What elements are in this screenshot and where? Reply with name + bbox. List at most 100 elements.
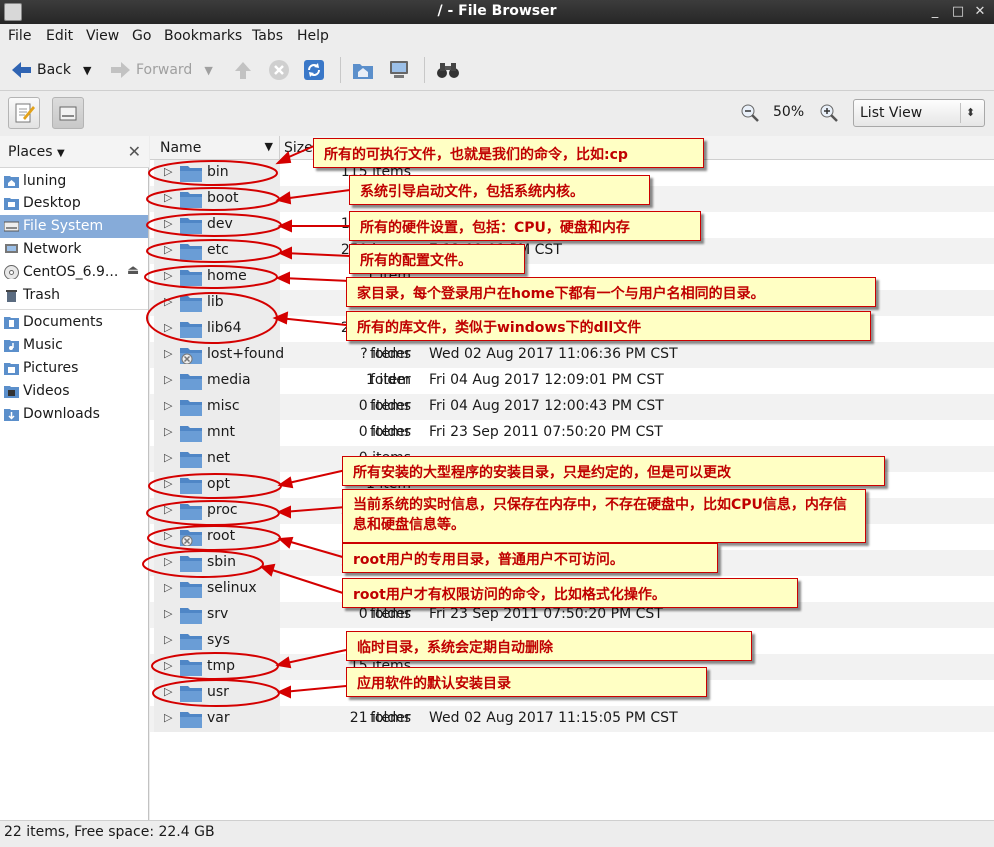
folder-icon <box>180 166 202 182</box>
pencil-edit-icon <box>15 103 35 123</box>
file-name: net <box>207 450 230 466</box>
file-name: root <box>207 528 236 544</box>
binoculars-icon <box>437 63 459 78</box>
expander-icon[interactable]: ▷ <box>164 321 172 334</box>
expander-icon[interactable]: ▷ <box>164 347 172 360</box>
sidebar-item-network[interactable]: Network <box>0 238 148 261</box>
column-header-size[interactable]: Size <box>284 140 313 156</box>
menu-file[interactable]: File <box>8 28 31 44</box>
close-icon[interactable]: ✕ <box>971 3 989 21</box>
expander-icon[interactable]: ▷ <box>164 685 172 698</box>
back-button[interactable]: Back ▼ <box>10 57 91 83</box>
folder-icon <box>180 608 202 624</box>
sidebar-item-pictures[interactable]: Pictures <box>0 357 148 380</box>
expander-icon[interactable]: ▷ <box>164 295 172 308</box>
expander-icon[interactable]: ▷ <box>164 477 172 490</box>
expander-icon[interactable]: ▷ <box>164 711 172 724</box>
name-cell: ▷ misc <box>154 394 280 420</box>
computer-button[interactable] <box>388 57 410 83</box>
forward-history-dropdown-icon[interactable]: ▼ <box>204 64 212 77</box>
places-dropdown[interactable]: Places ▼ <box>8 144 65 160</box>
folder-icon <box>180 634 202 650</box>
expander-icon[interactable]: ▷ <box>164 399 172 412</box>
sidebar-item-desktop[interactable]: Desktop <box>0 192 148 215</box>
view-mode-value: List View <box>860 105 923 121</box>
drive-icon <box>4 221 19 232</box>
text-location-button[interactable] <box>8 97 40 129</box>
sidebar-item-downloads[interactable]: Downloads <box>0 403 148 426</box>
file-name: srv <box>207 606 229 622</box>
annotation-lib: 所有的库文件，类似于windows下的dll文件 <box>346 311 871 341</box>
expander-icon[interactable]: ▷ <box>164 425 172 438</box>
expander-icon[interactable]: ▷ <box>164 269 172 282</box>
file-type: folder <box>370 606 411 622</box>
table-row[interactable]: ▷etc250 items7 12:09:01 PM CST <box>150 238 994 264</box>
table-row[interactable]: ▷ media 1 item folder Fri 04 Aug 2017 12:09:… <box>150 368 994 394</box>
expander-icon[interactable]: ▷ <box>164 243 172 256</box>
expander-icon[interactable]: ▷ <box>164 659 172 672</box>
file-name: home <box>207 268 247 284</box>
menu-bookmarks[interactable]: Bookmarks <box>164 28 242 44</box>
folder-icon <box>180 660 202 676</box>
close-sidebar-icon[interactable]: ✕ <box>128 142 141 161</box>
folder-icon <box>180 400 202 416</box>
column-header-name[interactable]: Name ▼ <box>154 136 280 160</box>
table-row[interactable]: ▷ var 21 items folder Wed 02 Aug 2017 11:15:… <box>150 706 994 732</box>
expander-icon[interactable]: ▷ <box>164 191 172 204</box>
forward-button[interactable]: Forward ▼ <box>110 57 213 83</box>
expander-icon[interactable]: ▷ <box>164 555 172 568</box>
sidebar-item-luning[interactable]: luning <box>0 170 148 193</box>
expander-icon[interactable]: ▷ <box>164 451 172 464</box>
table-row[interactable]: ▷ misc 0 items folder Fri 04 Aug 2017 12:00:… <box>150 394 994 420</box>
name-cell: ▷ tmp <box>154 654 280 680</box>
sidebar-item-music[interactable]: Music <box>0 334 148 357</box>
zoom-in-icon[interactable] <box>820 104 838 122</box>
documents-folder-icon <box>4 317 19 329</box>
menu-edit[interactable]: Edit <box>46 28 73 44</box>
expander-icon[interactable]: ▷ <box>164 217 172 230</box>
expander-icon[interactable]: ▷ <box>164 373 172 386</box>
name-cell: ▷ bin <box>154 160 280 186</box>
sidebar-item-trash[interactable]: Trash <box>0 284 148 307</box>
table-row[interactable]: ▷ lost+found? items folder Wed 02 Aug 2017 … <box>150 342 994 368</box>
up-button[interactable] <box>233 57 253 83</box>
back-history-dropdown-icon[interactable]: ▼ <box>83 64 91 77</box>
name-cell: ▷ dev <box>154 212 280 238</box>
view-mode-select[interactable]: List View ⬍ <box>853 99 985 127</box>
modified-date: Wed 02 Aug 2017 11:06:36 PM CST <box>429 346 678 362</box>
annotation-bin: 所有的可执行文件，也就是我们的命令，比如:cp <box>313 138 704 168</box>
menu-view[interactable]: View <box>86 28 119 44</box>
stop-button[interactable] <box>268 57 290 83</box>
sidebar-item-file-system[interactable]: File System <box>0 215 148 238</box>
expander-icon[interactable]: ▷ <box>164 165 172 178</box>
reload-button[interactable] <box>303 57 325 83</box>
expander-icon[interactable]: ▷ <box>164 581 172 594</box>
minimize-icon[interactable]: _ <box>926 3 944 21</box>
eject-icon[interactable]: ⏏ <box>127 263 139 278</box>
expander-icon[interactable]: ▷ <box>164 503 172 516</box>
zoom-level: 50% <box>773 104 805 120</box>
sidebar-item-videos[interactable]: Videos <box>0 380 148 403</box>
table-row[interactable]: ▷ mnt 0 items folder Fri 23 Sep 2011 07:50:2… <box>150 420 994 446</box>
home-button[interactable] <box>352 57 374 83</box>
sidebar-item-centos[interactable]: CentOS_6.9... ⏏ <box>0 261 148 284</box>
expander-icon[interactable]: ▷ <box>164 529 172 542</box>
name-cell: ▷ lib <box>154 290 280 316</box>
back-arrow-icon <box>12 62 31 78</box>
maximize-icon[interactable]: □ <box>949 3 967 21</box>
zoom-out-icon[interactable] <box>741 104 759 122</box>
location-bar: 50% List View ⬍ <box>0 91 994 136</box>
expander-icon[interactable]: ▷ <box>164 633 172 646</box>
menu-tabs[interactable]: Tabs <box>252 28 283 44</box>
search-button[interactable] <box>436 57 460 83</box>
sidebar-item-documents[interactable]: Documents <box>0 311 148 334</box>
downloads-folder-icon <box>4 409 19 421</box>
pathbar-button[interactable] <box>52 97 84 129</box>
folder-icon <box>180 452 202 468</box>
file-name: dev <box>207 216 233 232</box>
menu-help[interactable]: Help <box>297 28 329 44</box>
videos-folder-icon <box>4 386 19 398</box>
menu-go[interactable]: Go <box>132 28 151 44</box>
file-name: bin <box>207 164 229 180</box>
expander-icon[interactable]: ▷ <box>164 607 172 620</box>
